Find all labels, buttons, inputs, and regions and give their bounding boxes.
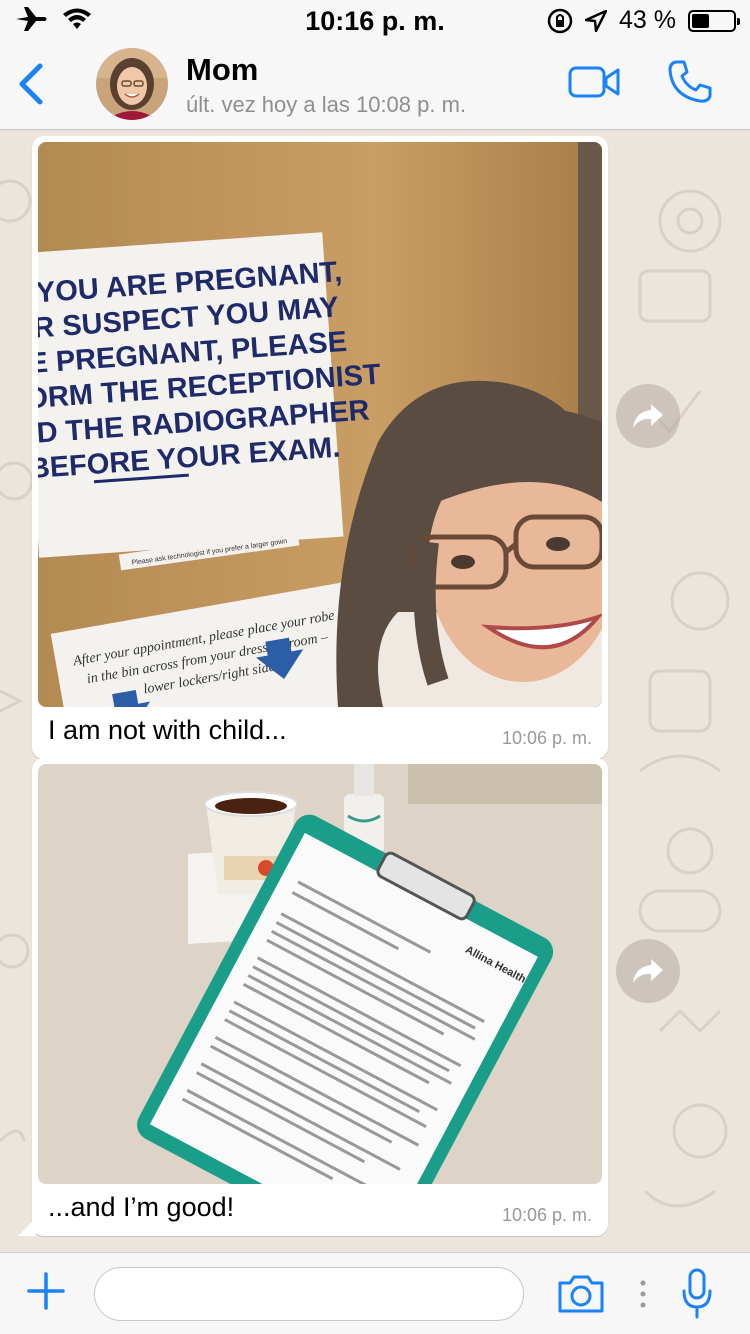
video-camera-icon[interactable] [568, 64, 620, 100]
message-bubble[interactable]: IF YOU ARE PREGNANT, OR SUSPECT YOU MAY … [32, 136, 608, 759]
phone-icon[interactable] [666, 58, 714, 106]
battery-percent: 43 % [619, 6, 676, 34]
message-time: 10:06 p. m. [501, 728, 592, 748]
forward-icon [633, 959, 663, 983]
forward-button[interactable] [616, 384, 680, 448]
camera-icon[interactable] [556, 1273, 606, 1315]
chat-area[interactable]: IF YOU ARE PREGNANT, OR SUSPECT YOU MAY … [0, 131, 750, 1252]
location-icon [585, 9, 608, 32]
composer-bar [0, 1252, 750, 1334]
bubble-tail [18, 1218, 36, 1236]
photo-clipboard[interactable]: Allina Health [38, 764, 602, 1184]
contact-name[interactable]: Mom [186, 52, 258, 88]
chat-header: Mom últ. vez hoy a las 10:08 p. m. [0, 40, 750, 130]
orientation-lock-icon [547, 8, 573, 33]
message-input[interactable] [94, 1267, 524, 1321]
message-time: 10:06 p. m. [501, 1205, 592, 1225]
forward-button[interactable] [616, 939, 680, 1003]
last-seen-status: últ. vez hoy a las 10:08 p. m. [186, 92, 467, 117]
microphone-icon[interactable] [680, 1267, 714, 1321]
chevron-left-icon[interactable] [16, 62, 46, 106]
more-dots-icon [640, 1280, 646, 1308]
plus-icon[interactable] [26, 1271, 66, 1311]
photo-selfie-sign[interactable]: IF YOU ARE PREGNANT, OR SUSPECT YOU MAY … [38, 142, 602, 707]
battery-icon [688, 9, 740, 32]
status-bar: 10:16 p. m. 43 % [0, 0, 750, 40]
avatar[interactable] [96, 48, 168, 120]
message-bubble[interactable]: Allina Health ...and I’m good! 10:06 p. … [18, 758, 608, 1236]
forward-icon [633, 404, 663, 428]
